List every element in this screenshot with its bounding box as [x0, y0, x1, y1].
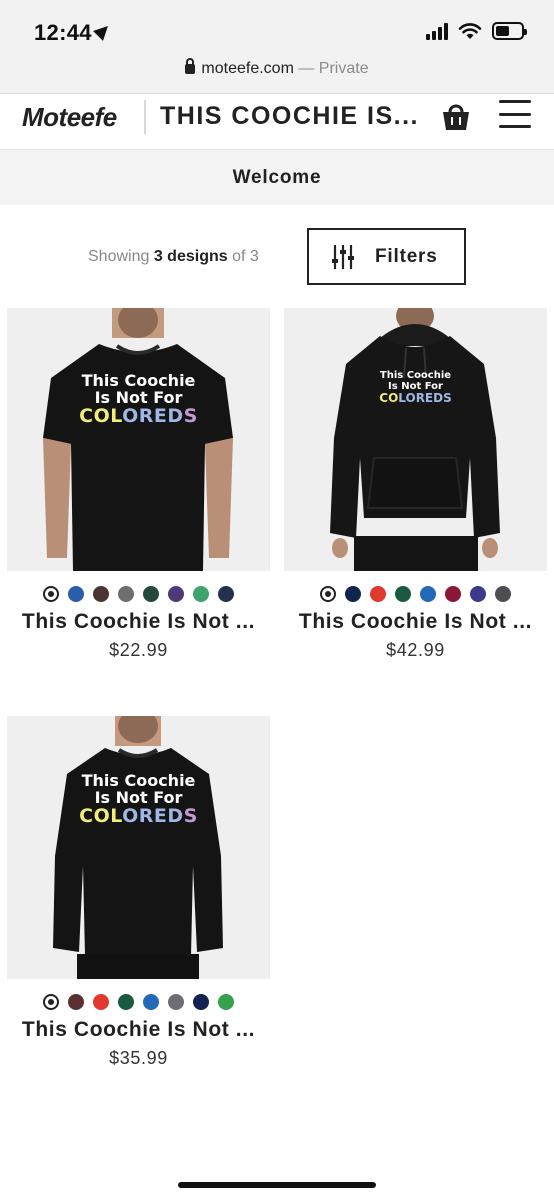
color-swatch[interactable]	[168, 994, 184, 1010]
product-price: $42.99	[386, 640, 445, 660]
showing-prefix: Showing	[88, 248, 150, 265]
color-swatch-selected[interactable]	[320, 586, 336, 602]
hoodie-print: This Coochie Is Not For COLOREDS	[284, 370, 547, 405]
color-swatch[interactable]	[345, 586, 361, 602]
product-price: $22.99	[109, 640, 168, 660]
status-bar: 12:44 moteefe.com — Private	[0, 0, 554, 94]
filters-button[interactable]: Filters	[307, 228, 466, 285]
color-swatch[interactable]	[218, 994, 234, 1010]
color-swatch[interactable]	[168, 586, 184, 602]
address-bar[interactable]: moteefe.com — Private	[0, 58, 554, 78]
sweatshirt-print: This Coochie Is Not For COLOREDS	[7, 772, 270, 827]
location-arrow-icon	[92, 21, 113, 41]
print-line: This Coochie	[81, 371, 196, 390]
color-swatch[interactable]	[118, 994, 134, 1010]
color-swatch-selected[interactable]	[43, 586, 59, 602]
print-line: This Coochie	[81, 771, 196, 790]
color-swatch[interactable]	[193, 586, 209, 602]
color-swatches	[284, 586, 547, 602]
moteefe-logo[interactable]: Moteefe	[22, 102, 117, 133]
page-title: THIS COOCHIE IS...	[160, 102, 419, 130]
color-swatches	[7, 586, 270, 602]
time-text: 12:44	[34, 20, 92, 45]
color-swatch[interactable]	[218, 586, 234, 602]
color-swatch[interactable]	[470, 586, 486, 602]
shopping-bag-icon[interactable]	[441, 100, 471, 132]
sliders-icon	[332, 244, 354, 269]
product-image-sweatshirt[interactable]: This Coochie Is Not For COLOREDS	[7, 716, 270, 979]
product-card[interactable]: This Coochie Is Not For COLOREDS This Co…	[284, 308, 547, 661]
color-swatch[interactable]	[395, 586, 411, 602]
private-label: — Private	[298, 60, 369, 77]
color-swatches	[7, 994, 270, 1010]
color-swatch[interactable]	[495, 586, 511, 602]
shirt-print: This Coochie Is Not For COLOREDS	[7, 372, 270, 427]
showing-suffix: of 3	[232, 248, 259, 265]
battery-icon	[492, 22, 527, 40]
wifi-icon	[458, 23, 482, 39]
cellular-signal-icon	[426, 22, 448, 40]
color-swatch-selected[interactable]	[43, 994, 59, 1010]
color-swatch[interactable]	[420, 586, 436, 602]
product-title[interactable]: This Coochie Is Not ...	[7, 610, 270, 634]
hamburger-menu-icon[interactable]	[499, 100, 531, 128]
print-line: COLOREDS	[7, 406, 270, 427]
status-time: 12:44	[34, 20, 113, 46]
color-swatch[interactable]	[93, 586, 109, 602]
color-swatch[interactable]	[68, 586, 84, 602]
results-count: Showing 3 designs of 3	[88, 248, 259, 266]
product-card[interactable]: This Coochie Is Not For COLOREDS This Co…	[7, 308, 270, 661]
product-image-hoodie[interactable]: This Coochie Is Not For COLOREDS	[284, 308, 547, 571]
color-swatch[interactable]	[445, 586, 461, 602]
showing-count: 3 designs	[153, 248, 228, 265]
home-indicator[interactable]	[178, 1182, 376, 1188]
color-swatch[interactable]	[370, 586, 386, 602]
status-icons	[426, 22, 527, 40]
lock-icon	[185, 58, 196, 74]
print-line: Is Not For	[94, 788, 183, 807]
header-divider	[144, 100, 146, 134]
print-line: COLOREDS	[7, 806, 270, 827]
welcome-banner: Welcome	[0, 150, 554, 205]
print-line: COLOREDS	[284, 392, 547, 405]
product-title[interactable]: This Coochie Is Not ...	[7, 1018, 270, 1042]
color-swatch[interactable]	[193, 994, 209, 1010]
color-swatch[interactable]	[118, 586, 134, 602]
filters-label: Filters	[375, 245, 438, 267]
color-swatch[interactable]	[93, 994, 109, 1010]
color-swatch[interactable]	[143, 994, 159, 1010]
url-domain: moteefe.com	[201, 60, 294, 77]
print-line: Is Not For	[94, 388, 183, 407]
color-swatch[interactable]	[68, 994, 84, 1010]
product-card[interactable]: This Coochie Is Not For COLOREDS This Co…	[7, 716, 270, 1069]
print-line: This Coochie	[379, 370, 452, 381]
product-image-tshirt[interactable]: This Coochie Is Not For COLOREDS	[7, 308, 270, 571]
color-swatch[interactable]	[143, 586, 159, 602]
site-header: Moteefe THIS COOCHIE IS...	[0, 94, 554, 150]
product-price: $35.99	[109, 1048, 168, 1068]
product-title[interactable]: This Coochie Is Not ...	[284, 610, 547, 634]
